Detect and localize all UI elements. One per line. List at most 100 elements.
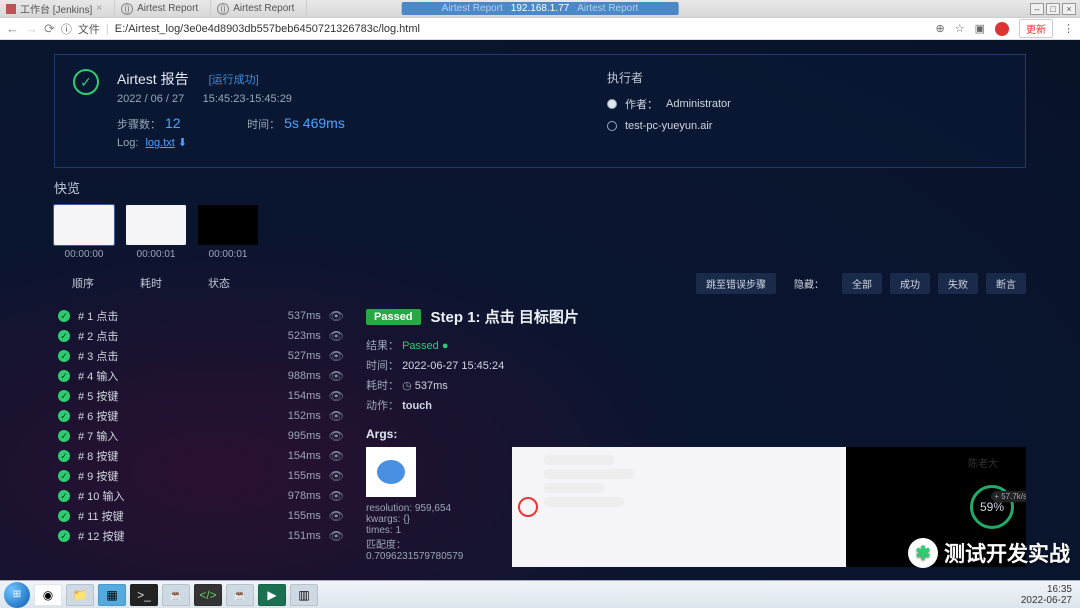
eye-icon[interactable]: 👁 (329, 409, 344, 423)
step-time: 151ms (277, 530, 321, 542)
eye-icon[interactable]: 👁 (329, 329, 344, 343)
forward-icon[interactable]: → (25, 21, 38, 36)
step-name: # 5 按键 (78, 388, 269, 404)
profile-icon[interactable] (995, 22, 1009, 36)
close-button[interactable]: × (1062, 3, 1076, 15)
log-label: Log: (117, 137, 138, 149)
step-time: 523ms (277, 330, 321, 342)
system-tray[interactable]: 16:35 2022-06-27 (1021, 584, 1076, 606)
eye-icon[interactable]: 👁 (329, 469, 344, 483)
args-heading: Args: (366, 427, 1026, 441)
jump-error-button[interactable]: 跳至错误步骤 (696, 273, 776, 294)
step-row[interactable]: ✓# 10 输入978ms👁 (54, 486, 348, 506)
filter-all[interactable]: 全部 (842, 273, 882, 294)
share-icon[interactable]: ⊕ (936, 22, 945, 35)
filter-fail[interactable]: 失败 (938, 273, 978, 294)
eye-icon[interactable]: 👁 (329, 449, 344, 463)
extension-icon[interactable]: ▣ (975, 22, 985, 35)
close-icon[interactable]: × (96, 3, 102, 14)
watermark: ✱ 测试开发实战 (908, 538, 1070, 568)
detail-title: Step 1: 点击 目标图片 (431, 306, 579, 327)
step-time: 154ms (277, 390, 321, 402)
start-button[interactable]: ⊞ (4, 582, 30, 608)
sort-order[interactable]: 顺序 (72, 275, 94, 291)
download-icon[interactable]: ⬇ (178, 137, 187, 149)
step-row[interactable]: ✓# 12 按键151ms👁 (54, 526, 348, 546)
dur-label: 耗时： (366, 380, 399, 392)
eye-icon[interactable]: 👁 (329, 309, 344, 323)
star-icon[interactable]: ☆ (955, 22, 965, 35)
thumb-2[interactable]: 00:00:01 (198, 205, 258, 260)
step-name: # 7 输入 (78, 428, 269, 444)
device-name: test-pc-yueyun.air (625, 120, 712, 132)
titlebar-tab-1[interactable]: 工作台 [Jenkins]× (0, 0, 115, 17)
status-check-icon: ✓ (73, 69, 99, 95)
log-link[interactable]: log.txt (145, 137, 174, 149)
eye-icon[interactable]: 👁 (329, 489, 344, 503)
reload-icon[interactable]: ⟳ (44, 21, 55, 37)
eye-icon[interactable]: 👁 (329, 349, 344, 363)
url-input[interactable]: E:/Airtest_log/3e0e4d8903db557beb6450721… (115, 23, 930, 35)
titlebar-tab-2[interactable]: Airtest Report (115, 0, 211, 17)
minimize-button[interactable]: – (1030, 3, 1044, 15)
taskbar-play-icon[interactable]: ▶ (258, 584, 286, 606)
thumb-1[interactable]: 00:00:01 (126, 205, 186, 260)
step-name: # 11 按键 (78, 508, 269, 524)
menu-icon[interactable]: ⋮ (1063, 22, 1074, 35)
step-row[interactable]: ✓# 6 按键152ms👁 (54, 406, 348, 426)
favicon (6, 4, 16, 14)
thumb-0[interactable]: 00:00:00 (54, 205, 114, 260)
sort-duration[interactable]: 耗时 (140, 275, 162, 291)
window-controls: – □ × (1030, 3, 1076, 15)
taskbar-java-icon[interactable]: ☕ (162, 584, 190, 606)
taskbar-app-icon[interactable]: ▦ (98, 584, 126, 606)
eye-icon[interactable]: 👁 (329, 509, 344, 523)
step-detail: Passed Step 1: 点击 目标图片 结果： Passed ● 时间： … (366, 306, 1026, 567)
taskbar-java2-icon[interactable]: ☕ (226, 584, 254, 606)
step-ok-icon: ✓ (58, 430, 70, 442)
step-row[interactable]: ✓# 4 输入988ms👁 (54, 366, 348, 386)
step-time: 527ms (277, 350, 321, 362)
gauge-value: 59% (980, 500, 1004, 514)
step-row[interactable]: ✓# 11 按键155ms👁 (54, 506, 348, 526)
steps-label: 步骤数： (117, 119, 161, 131)
thumb-ts: 00:00:01 (198, 249, 258, 260)
step-row[interactable]: ✓# 3 点击527ms👁 (54, 346, 348, 366)
quick-title: 快览 (54, 178, 1026, 197)
eye-icon[interactable]: 👁 (329, 429, 344, 443)
step-row[interactable]: ✓# 9 按键155ms👁 (54, 466, 348, 486)
eye-icon[interactable]: 👁 (329, 529, 344, 543)
taskbar-explorer-icon[interactable]: 📁 (66, 584, 94, 606)
taskbar-app3-icon[interactable]: ▥ (290, 584, 318, 606)
device-row[interactable]: test-pc-yueyun.air (607, 120, 1007, 132)
taskbar-chrome-icon[interactable]: ◉ (34, 584, 62, 606)
step-row[interactable]: ✓# 8 按键154ms👁 (54, 446, 348, 466)
step-name: # 3 点击 (78, 348, 269, 364)
step-row[interactable]: ✓# 7 输入995ms👁 (54, 426, 348, 446)
author-row[interactable]: 作者：Administrator (607, 96, 1007, 112)
back-icon[interactable]: ← (6, 21, 19, 36)
step-name: # 4 输入 (78, 368, 269, 384)
sort-status[interactable]: 状态 (208, 275, 230, 291)
filter-assert[interactable]: 断言 (986, 273, 1026, 294)
step-name: # 1 点击 (78, 308, 269, 324)
update-button[interactable]: 更新 (1019, 19, 1053, 38)
step-row[interactable]: ✓# 1 点击537ms👁 (54, 306, 348, 326)
radio-icon (607, 121, 617, 131)
titlebar-ip: 192.168.1.77 (511, 3, 569, 14)
arg-confidence: 匹配度： 0.7096231579780579 (366, 536, 496, 562)
filter-success[interactable]: 成功 (890, 273, 930, 294)
eye-icon[interactable]: 👁 (329, 369, 344, 383)
tab-label: Airtest Report (233, 3, 294, 14)
report-header: ✓ Airtest 报告 [运行成功] 2022 / 06 / 27 15:45… (54, 54, 1026, 168)
maximize-button[interactable]: □ (1046, 3, 1060, 15)
target-thumbnail[interactable] (366, 447, 416, 497)
step-row[interactable]: ✓# 5 按键154ms👁 (54, 386, 348, 406)
step-time: 152ms (277, 410, 321, 422)
eye-icon[interactable]: 👁 (329, 389, 344, 403)
taskbar-app2-icon[interactable]: </> (194, 584, 222, 606)
step-ok-icon: ✓ (58, 490, 70, 502)
taskbar-terminal-icon[interactable]: >_ (130, 584, 158, 606)
step-row[interactable]: ✓# 2 点击523ms👁 (54, 326, 348, 346)
titlebar-tab-3[interactable]: Airtest Report (211, 0, 307, 17)
